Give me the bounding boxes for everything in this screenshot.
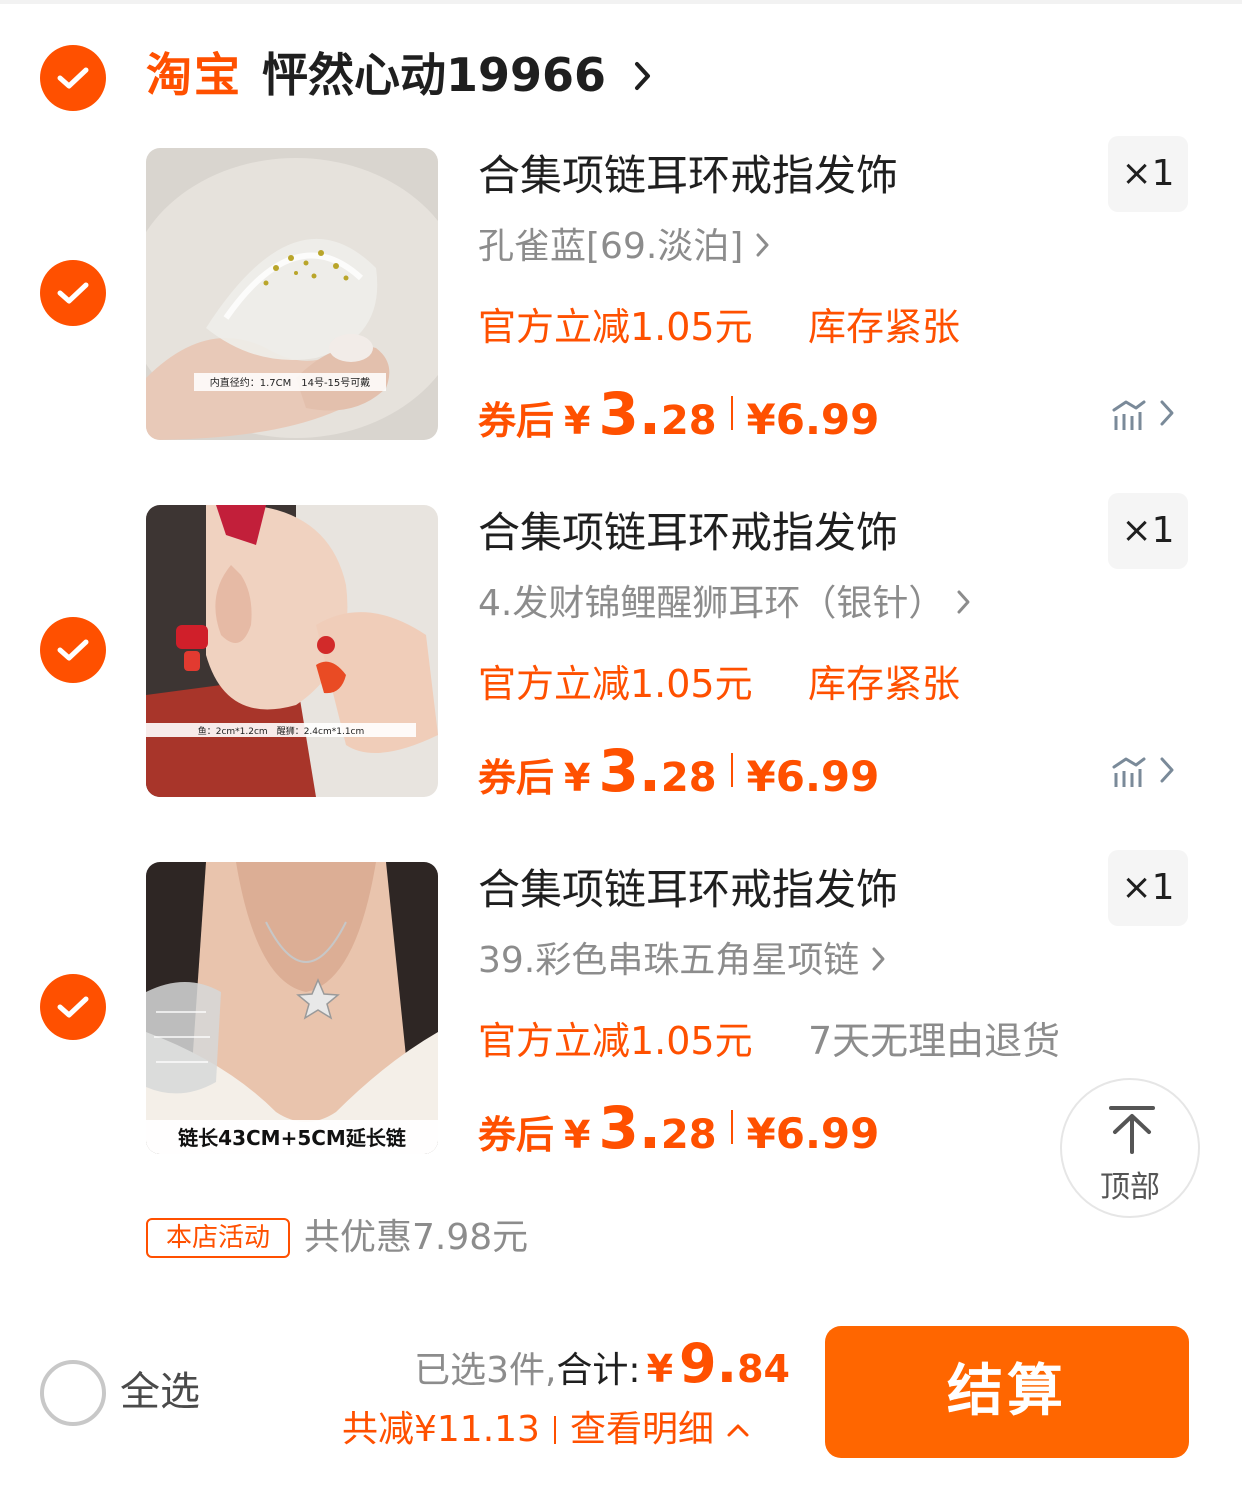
price-row: 券后 ¥ 3. 28 ¥6.99	[478, 380, 880, 448]
shop-name[interactable]: 怦然心动19966	[262, 42, 606, 108]
price-row: 券后 ¥ 3. 28 ¥6.99	[478, 737, 880, 805]
promo-label: 官方立减1.05元	[478, 662, 753, 706]
total-decimal: 84	[737, 1347, 790, 1391]
total-integer: 9.	[679, 1332, 738, 1395]
price-integer: 3.	[598, 380, 661, 448]
currency-symbol: ¥	[564, 756, 591, 800]
chevron-right-icon	[756, 233, 769, 257]
divider	[553, 1416, 556, 1444]
cart-item[interactable]: 链长43CM+5CM延长链 合集项链耳环戒指发饰 ×1 39.彩色串珠五角星项链…	[0, 850, 1242, 1162]
shop-select-checkbox[interactable]	[40, 45, 106, 111]
taobao-logo: 淘宝	[146, 48, 242, 102]
select-all-label[interactable]: 全选	[120, 1366, 200, 1418]
coupon-label: 券后	[478, 756, 555, 800]
original-price: ¥6.99	[746, 1109, 880, 1158]
divider	[730, 396, 733, 430]
quantity-selector[interactable]: ×1	[1108, 493, 1188, 569]
image-caption: 内直径约：1.7CM 14号-15号可戴	[210, 376, 371, 389]
product-image[interactable]: 内直径约：1.7CM 14号-15号可戴	[146, 148, 438, 440]
cart-item[interactable]: 内直径约：1.7CM 14号-15号可戴 合集项链耳环戒指发饰 ×1 孔雀蓝[6…	[0, 136, 1242, 448]
total-label: 合计:	[556, 1350, 641, 1391]
checkout-button[interactable]: 结算	[825, 1326, 1189, 1458]
price-trend-icon[interactable]	[1110, 396, 1180, 432]
currency-symbol: ¥	[564, 1113, 591, 1157]
sku-selector[interactable]: 4.发财锦鲤醒狮耳环（银针）	[478, 581, 972, 627]
promo-label: 官方立减1.05元	[478, 1019, 753, 1063]
shop-header[interactable]: 淘宝 怦然心动19966	[0, 40, 1242, 114]
price-integer: 3.	[598, 737, 661, 805]
original-price: ¥6.99	[746, 395, 880, 444]
cart-item[interactable]: 鱼：2cm*1.2cm 醒狮：2.4cm*1.1cm 合集项链耳环戒指发饰 ×1…	[0, 493, 1242, 805]
product-image[interactable]: 链长43CM+5CM延长链	[146, 862, 438, 1154]
promo-label: 官方立减1.05元	[478, 305, 753, 349]
sku-selector[interactable]: 39.彩色串珠五角星项链	[478, 938, 887, 984]
sku-selector[interactable]: 孔雀蓝[69.淡泊]	[478, 224, 771, 270]
chevron-up-icon	[727, 1424, 749, 1437]
image-caption: 链长43CM+5CM延长链	[178, 1126, 407, 1150]
coupon-label: 券后	[478, 1113, 555, 1157]
back-to-top-button[interactable]: 顶部	[1060, 1078, 1200, 1218]
back-to-top-label: 顶部	[1100, 1170, 1160, 1205]
return-policy-tag: 7天无理由退货	[808, 1019, 1061, 1063]
checkout-bar: 全选 已选3件, 合计: ¥ 9. 84 共减¥11.13 查看明细 结算	[0, 1310, 1242, 1498]
chevron-right-icon[interactable]	[632, 59, 654, 93]
currency-symbol: ¥	[564, 399, 591, 443]
coupon-label: 券后	[478, 399, 555, 443]
view-details-link[interactable]: 查看明细	[570, 1408, 714, 1452]
top-divider	[0, 0, 1242, 4]
stock-tag: 库存紧张	[808, 305, 961, 349]
divider	[730, 753, 733, 787]
price-row: 券后 ¥ 3. 28 ¥6.99	[478, 1094, 880, 1162]
discount-details-toggle[interactable]: 共减¥11.13 查看明细	[342, 1408, 750, 1452]
order-summary: 已选3件, 合计: ¥ 9. 84	[414, 1332, 790, 1395]
sku-label: 39.彩色串珠五角星项链	[478, 940, 860, 981]
image-caption: 鱼：2cm*1.2cm 醒狮：2.4cm*1.1cm	[198, 725, 365, 737]
quantity-selector[interactable]: ×1	[1108, 850, 1188, 926]
sku-label: 孔雀蓝[69.淡泊]	[478, 226, 744, 267]
store-activity-tag: 本店活动	[146, 1218, 290, 1258]
sku-label: 4.发财锦鲤醒狮耳环（银针）	[478, 583, 945, 624]
store-activity-discount: 共优惠7.98元	[304, 1217, 529, 1258]
selected-count: 已选3件,	[414, 1350, 557, 1391]
select-all-checkbox[interactable]	[40, 1360, 106, 1426]
item-title[interactable]: 合集项链耳环戒指发饰	[478, 864, 898, 916]
divider	[730, 1110, 733, 1144]
item-title[interactable]: 合集项链耳环戒指发饰	[478, 150, 898, 202]
chevron-right-icon	[957, 590, 970, 614]
arrow-up-icon	[1109, 1106, 1155, 1154]
total-saved: 共减¥11.13	[342, 1409, 540, 1450]
chevron-right-icon	[872, 947, 885, 971]
product-image[interactable]: 鱼：2cm*1.2cm 醒狮：2.4cm*1.1cm	[146, 505, 438, 797]
original-price: ¥6.99	[746, 752, 880, 801]
price-decimal: 28	[660, 1112, 717, 1158]
currency-symbol: ¥	[646, 1347, 674, 1391]
check-icon	[57, 67, 89, 89]
quantity-selector[interactable]: ×1	[1108, 136, 1188, 212]
price-integer: 3.	[598, 1094, 661, 1162]
price-decimal: 28	[660, 398, 717, 444]
price-decimal: 28	[660, 755, 717, 801]
item-title[interactable]: 合集项链耳环戒指发饰	[478, 507, 898, 559]
stock-tag: 库存紧张	[808, 662, 961, 706]
price-trend-icon[interactable]	[1110, 753, 1180, 789]
